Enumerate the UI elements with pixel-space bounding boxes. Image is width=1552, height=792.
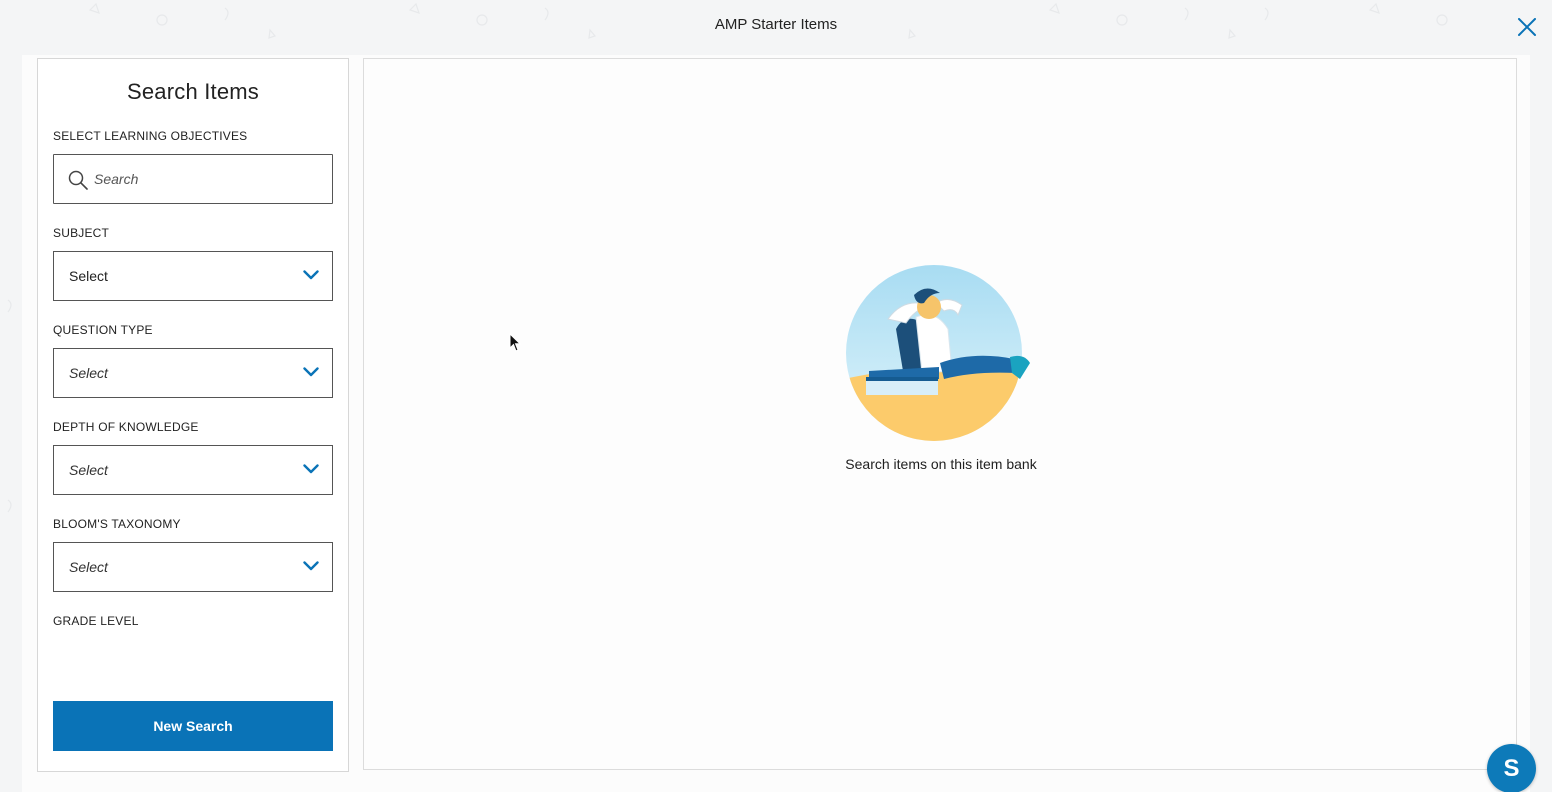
question-type-label: QUESTION TYPE xyxy=(53,323,153,337)
mouse-cursor-icon xyxy=(509,333,522,352)
chevron-down-icon xyxy=(303,464,319,474)
depth-of-knowledge-label: DEPTH OF KNOWLEDGE xyxy=(53,420,199,434)
search-icon xyxy=(68,170,88,190)
grade-level-label: GRADE LEVEL xyxy=(53,614,139,628)
close-icon xyxy=(1518,18,1536,36)
window-title: AMP Starter Items xyxy=(714,16,838,33)
results-panel: Search items on this item bank xyxy=(363,58,1517,770)
chat-launcher-icon: S xyxy=(1503,754,1520,782)
new-search-button[interactable]: New Search xyxy=(53,701,333,751)
subject-label: SUBJECT xyxy=(53,226,110,240)
chevron-down-icon xyxy=(303,561,319,571)
chevron-down-icon xyxy=(303,367,319,377)
depth-of-knowledge-select[interactable]: Select xyxy=(53,445,333,495)
subject-select[interactable]: Select xyxy=(53,251,333,301)
blooms-taxonomy-select[interactable]: Select xyxy=(53,542,333,592)
question-type-select-value: Select xyxy=(69,365,108,381)
chat-launcher-button[interactable]: S xyxy=(1487,744,1536,792)
question-type-select[interactable]: Select xyxy=(53,348,333,398)
learning-objectives-search[interactable] xyxy=(53,154,333,204)
blooms-taxonomy-label: BLOOM'S TAXONOMY xyxy=(53,517,181,531)
learning-objectives-label: SELECT LEARNING OBJECTIVES xyxy=(53,129,248,143)
depth-of-knowledge-select-value: Select xyxy=(69,462,108,478)
blooms-taxonomy-select-value: Select xyxy=(69,559,108,575)
sidebar-title: Search Items xyxy=(126,79,259,104)
chevron-down-icon xyxy=(303,270,319,280)
relaxing-person-illustration xyxy=(846,265,1030,441)
subject-select-value: Select xyxy=(69,268,108,284)
empty-state-message: Search items on this item bank xyxy=(845,456,1037,472)
learning-objectives-input[interactable] xyxy=(94,155,324,203)
title-bar: AMP Starter Items xyxy=(0,0,1552,50)
close-button[interactable] xyxy=(1512,12,1542,42)
search-sidebar: Search Items SELECT LEARNING OBJECTIVES … xyxy=(37,58,349,772)
